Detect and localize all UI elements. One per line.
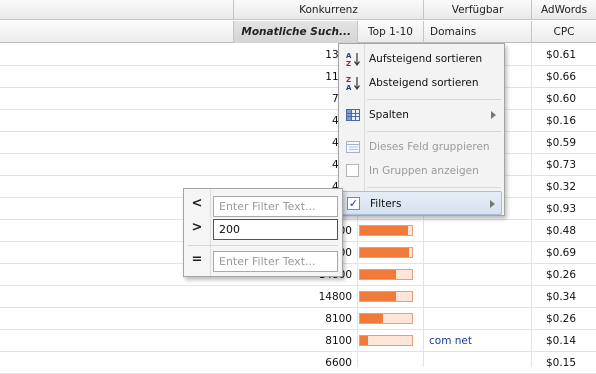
svg-text:Z: Z (346, 76, 351, 84)
monthly-searches-cell: 14800 (318, 291, 352, 303)
table-row[interactable]: 740 $0.60 (0, 88, 596, 110)
sort-descending-icon: Z A (345, 75, 361, 92)
menu-item-sort-ascending[interactable]: A Z Aufsteigend sortieren (341, 47, 502, 71)
filter-separator (188, 245, 338, 246)
menu-separator (367, 131, 501, 132)
cpc-cell: $0.59 (545, 137, 577, 149)
competition-bar (359, 225, 413, 236)
menu-item-label: Dieses Feld gruppieren (369, 141, 490, 153)
menu-item-show-in-groups[interactable]: In Gruppen anzeigen (341, 159, 502, 183)
cpc-cell: $0.61 (545, 49, 577, 61)
header-group-row: Konkurrenz Verfügbar AdWords (0, 0, 596, 20)
header-group-adwords: AdWords (531, 0, 596, 20)
header-group-konkurrenz: Konkurrenz (233, 0, 423, 20)
svg-text:A: A (346, 52, 352, 60)
table-row[interactable]: 1350 $0.61 (0, 44, 596, 66)
filter-icon-divider (210, 189, 211, 276)
competition-bar (359, 335, 413, 346)
monthly-searches-cell: 1350 (234, 44, 352, 66)
table-row[interactable]: 8100 $0.26 (0, 308, 596, 330)
competition-bar-fill (360, 226, 408, 235)
monthly-searches-cell: 8100 (325, 313, 352, 325)
competition-bar (359, 291, 413, 302)
table-row[interactable]: 405 $0.73 (0, 154, 596, 176)
equals-icon: = (191, 252, 203, 267)
menu-item-label: In Gruppen anzeigen (369, 165, 479, 177)
competition-bar-fill (360, 336, 368, 345)
header-group-verfuegbar: Verfügbar (423, 0, 531, 20)
cpc-cell: $0.16 (545, 115, 577, 127)
monthly-searches-cell: 495 (234, 110, 352, 132)
checkbox-unchecked-icon (345, 163, 361, 179)
competition-bar-fill (360, 314, 384, 323)
table-row[interactable]: 14800 $0.34 (0, 286, 596, 308)
table-row[interactable]: 8100 com net $0.14 (0, 330, 596, 352)
checkbox-checked-icon: ✓ (347, 197, 360, 210)
column-menu: A Z Aufsteigend sortieren Z A Absteigend… (338, 43, 505, 216)
column-header-top-1-10[interactable]: Top 1-10 (357, 21, 423, 43)
cpc-cell: $0.15 (545, 357, 577, 369)
numeric-filter-panel: < > = (183, 188, 343, 277)
greater-than-filter-input[interactable] (213, 219, 338, 240)
cpc-cell: $0.93 (545, 203, 577, 215)
competition-bar (359, 247, 413, 258)
cpc-cell: $0.66 (545, 71, 577, 83)
monthly-searches-cell: 8100 (325, 335, 352, 347)
group-by-icon (345, 139, 361, 155)
submenu-arrow-icon (491, 111, 496, 119)
monthly-searches-cell: 405 (234, 154, 352, 176)
cpc-cell: $0.73 (545, 159, 577, 171)
less-than-filter-input[interactable] (213, 196, 338, 217)
table-row[interactable]: 405 $0.59 (0, 132, 596, 154)
greater-than-icon: > (191, 220, 203, 235)
svg-text:A: A (346, 84, 352, 91)
competition-bar-fill (360, 292, 397, 301)
cpc-cell: $0.69 (545, 247, 577, 259)
menu-item-label: Aufsteigend sortieren (369, 53, 483, 65)
cpc-cell: $0.32 (545, 181, 577, 193)
column-header-cpc[interactable]: CPC (531, 21, 596, 43)
equals-filter-input[interactable] (213, 251, 338, 272)
menu-separator (367, 187, 501, 188)
columns-icon (345, 107, 361, 123)
menu-item-group-by-field[interactable]: Dieses Feld gruppieren (341, 135, 502, 159)
monthly-searches-cell: 1100 (234, 66, 352, 88)
menu-item-filters[interactable]: ✓ Filters (341, 191, 502, 215)
cpc-cell: $0.60 (545, 93, 577, 105)
sort-ascending-icon: A Z (345, 51, 361, 68)
menu-item-label: Absteigend sortieren (369, 77, 479, 89)
cpc-cell: $0.34 (545, 291, 577, 303)
svg-text:Z: Z (346, 60, 351, 67)
menu-item-label: Filters (370, 198, 402, 210)
monthly-searches-cell: 6600 (325, 357, 352, 369)
table-row[interactable]: 6600 $0.15 (0, 352, 596, 374)
menu-separator (367, 99, 501, 100)
competition-bar-fill (360, 248, 410, 257)
competition-bar-fill (360, 270, 397, 279)
monthly-searches-cell: 740 (234, 88, 352, 110)
less-than-icon: < (191, 196, 203, 211)
table-row[interactable]: 1100 $0.66 (0, 66, 596, 88)
column-header-monthly-searches[interactable]: Monatliche Such... (233, 21, 357, 43)
menu-item-label: Spalten (369, 109, 409, 121)
cpc-cell: $0.26 (545, 313, 577, 325)
cpc-cell: $0.26 (545, 269, 577, 281)
cpc-cell: $0.48 (545, 225, 577, 237)
header-column-row: Monatliche Such... Top 1-10 Domains CPC (0, 21, 596, 43)
competition-bar (359, 313, 413, 324)
competition-bar (359, 269, 413, 280)
cpc-cell: $0.14 (545, 335, 577, 347)
domains-cell[interactable]: com net (429, 330, 472, 352)
menu-item-sort-descending[interactable]: Z A Absteigend sortieren (341, 71, 502, 95)
menu-item-columns[interactable]: Spalten (341, 103, 502, 127)
table-row[interactable]: 495 $0.16 (0, 110, 596, 132)
monthly-searches-cell: 405 (234, 132, 352, 154)
column-header-domains[interactable]: Domains (423, 21, 531, 43)
submenu-arrow-icon (490, 200, 495, 208)
